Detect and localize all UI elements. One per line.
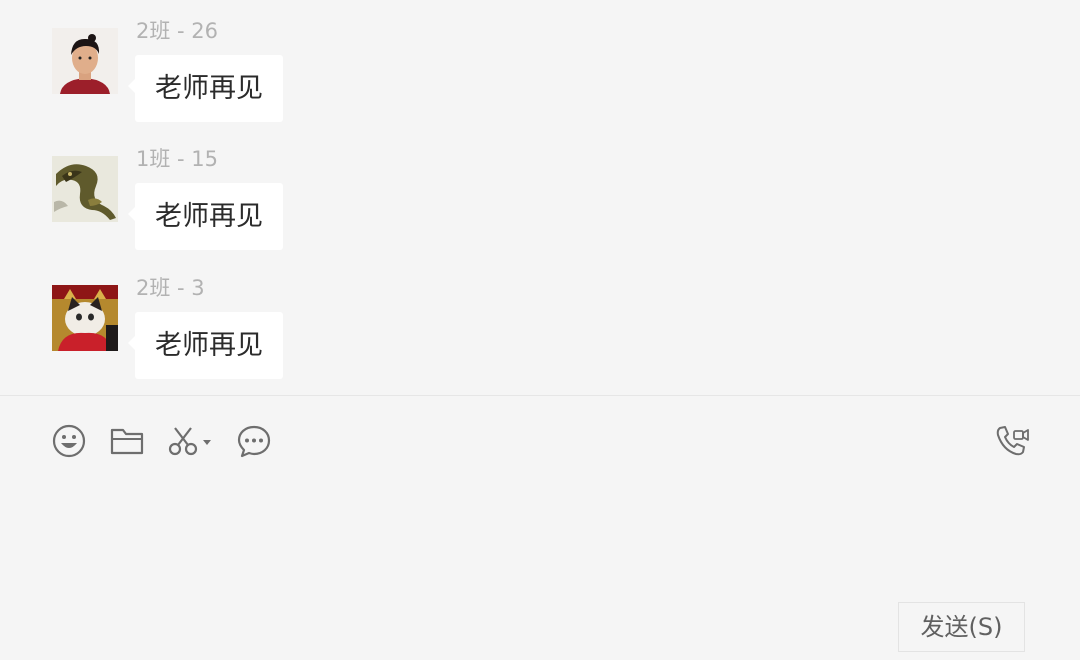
sender-name: 2班 - 26 [136, 19, 219, 43]
sender-avatar[interactable] [52, 156, 118, 222]
emoji-icon [52, 424, 86, 458]
message-item: 2班 - 26 老师再见 [52, 18, 752, 128]
emoji-button[interactable] [50, 421, 88, 461]
chat-history-button[interactable] [234, 421, 274, 461]
dragon-painting-avatar-icon [52, 156, 118, 222]
boy-portrait-avatar-icon [52, 28, 118, 94]
message-bubble[interactable]: 老师再见 [128, 55, 283, 122]
video-call-icon [996, 426, 1029, 456]
chevron-down-icon [203, 440, 211, 445]
folder-icon [110, 428, 144, 455]
chat-bubble-icon [237, 425, 271, 458]
message-item: 1班 - 15 老师再见 [52, 146, 752, 256]
voice-video-call-button[interactable] [993, 421, 1033, 461]
message-bubble[interactable]: 老师再见 [128, 183, 283, 250]
sender-avatar[interactable] [52, 285, 118, 351]
send-button[interactable]: 发送(S) [898, 602, 1025, 652]
sender-name: 1班 - 15 [136, 147, 219, 171]
scissors-icon [168, 427, 211, 456]
chat-window: 2班 - 26 老师再见 1班 - 15 老师再见 2班 - 3 老师再见 发送… [0, 0, 1080, 660]
message-item: 2班 - 3 老师再见 [52, 275, 752, 385]
sender-name: 2班 - 3 [136, 276, 205, 300]
send-file-button[interactable] [108, 421, 146, 461]
input-divider [0, 395, 1080, 396]
sender-avatar[interactable] [52, 28, 118, 94]
screenshot-button[interactable] [166, 421, 214, 461]
message-bubble[interactable]: 老师再见 [128, 312, 283, 379]
cat-red-scarf-avatar-icon [52, 285, 118, 351]
message-input[interactable] [40, 470, 1044, 594]
